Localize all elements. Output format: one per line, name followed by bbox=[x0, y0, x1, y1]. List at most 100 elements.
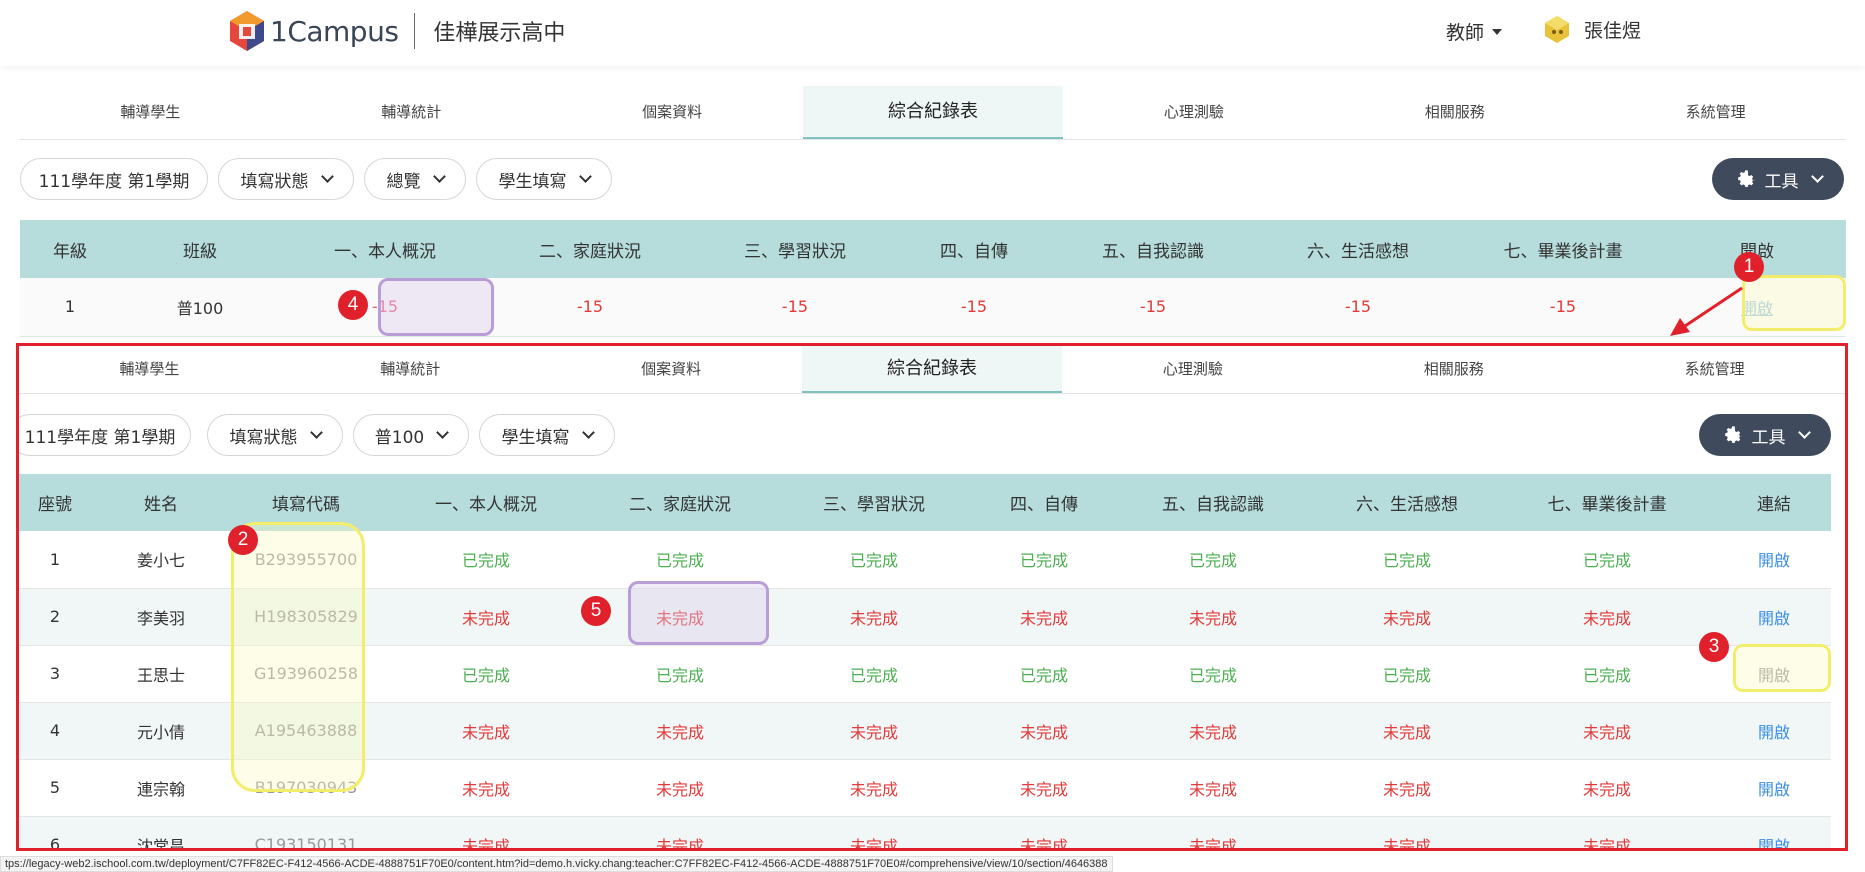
status-cell: 未完成 bbox=[979, 759, 1109, 817]
fill-status-dropdown[interactable]: 填寫狀態 bbox=[218, 158, 354, 200]
fill-status-label: 填寫狀態 bbox=[240, 171, 309, 192]
tab-system-admin[interactable]: 系統管理 bbox=[1584, 346, 1845, 393]
tab-comprehensive-record[interactable]: 綜合紀錄表 bbox=[802, 86, 1064, 139]
semester-select[interactable]: 111學年度 第1學期 bbox=[20, 158, 208, 200]
tab-case-data[interactable]: 個案資料 bbox=[542, 86, 803, 139]
seat-cell: 3 bbox=[19, 645, 91, 703]
count-cell: -15 bbox=[1458, 278, 1668, 337]
status-cell: 未完成 bbox=[979, 588, 1109, 646]
user-menu[interactable]: 張佳煜 bbox=[1542, 14, 1641, 44]
column-header: 四、自傳 bbox=[900, 220, 1048, 278]
column-header: 四、自傳 bbox=[979, 474, 1109, 531]
chevron-down-icon bbox=[432, 170, 446, 183]
table-header: 年級 班級 一、本人概況 二、家庭狀況 三、學習狀況 四、自傳 五、自我認識 六… bbox=[20, 220, 1846, 278]
table-row: 6 沈常昌 C193150131 未完成 未完成 未完成 未完成 未完成 未完成 未完成 開啟 bbox=[19, 816, 1831, 849]
status-cell: 未完成 bbox=[1109, 588, 1317, 646]
status-cell: 已完成 bbox=[769, 645, 979, 703]
status-cell: 已完成 bbox=[1317, 645, 1497, 703]
class-cell: 普100 bbox=[120, 278, 280, 337]
tab-guidance-students[interactable]: 輔導學生 bbox=[19, 346, 280, 393]
status-cell: 未完成 bbox=[381, 702, 591, 760]
fill-status-dropdown[interactable]: 填寫狀態 bbox=[207, 414, 343, 456]
status-cell: 未完成 bbox=[769, 759, 979, 817]
class-label: 總覽 bbox=[386, 171, 421, 192]
tab-system-admin[interactable]: 系統管理 bbox=[1585, 86, 1846, 139]
role-label: 教師 bbox=[1446, 22, 1485, 44]
status-cell: 未完成 bbox=[979, 816, 1109, 848]
open-link[interactable]: 開啟 bbox=[1758, 609, 1790, 628]
name-cell: 連宗翰 bbox=[91, 759, 231, 817]
chevron-down-icon bbox=[436, 426, 450, 439]
status-cell: 未完成 bbox=[591, 816, 769, 848]
status-cell: 未完成 bbox=[769, 816, 979, 848]
column-header: 七、畢業後計畫 bbox=[1497, 474, 1717, 531]
caret-down-icon bbox=[1492, 28, 1503, 35]
column-header: 年級 bbox=[20, 220, 120, 278]
brand[interactable]: 1Campus 佳樺展示高中 bbox=[228, 9, 565, 53]
overview-table: 年級 班級 一、本人概況 二、家庭狀況 三、學習狀況 四、自傳 五、自我認識 六… bbox=[20, 220, 1846, 337]
status-cell: 未完成 bbox=[1317, 588, 1497, 646]
column-header: 二、家庭狀況 bbox=[490, 220, 690, 278]
table-row: 1 普100 -15 -15 -15 -15 -15 -15 -15 開啟 bbox=[20, 278, 1846, 337]
column-header: 五、自我認識 bbox=[1109, 474, 1317, 531]
chevron-down-icon bbox=[1810, 170, 1824, 183]
semester-select[interactable]: 111學年度 第1學期 bbox=[19, 414, 191, 456]
column-header: 五、自我認識 bbox=[1048, 220, 1258, 278]
status-cell: 未完成 bbox=[1497, 816, 1717, 848]
arrow-icon bbox=[1670, 286, 1743, 336]
class-dropdown[interactable]: 總覽 bbox=[364, 158, 466, 200]
chevron-down-icon bbox=[578, 170, 592, 183]
tools-label: 工具 bbox=[1751, 427, 1786, 448]
open-link[interactable]: 開啟 bbox=[1758, 837, 1790, 849]
open-link[interactable]: 開啟 bbox=[1758, 723, 1790, 742]
status-cell: 已完成 bbox=[1317, 531, 1497, 589]
column-header: 一、本人概況 bbox=[381, 474, 591, 531]
gear-icon bbox=[1724, 426, 1742, 443]
open-link[interactable]: 開啟 bbox=[1758, 551, 1790, 570]
annotation-badge: 2 bbox=[228, 525, 258, 555]
fill-by-label: 學生填寫 bbox=[501, 427, 570, 448]
column-header: 姓名 bbox=[91, 474, 231, 531]
chevron-down-icon bbox=[320, 170, 334, 183]
avatar bbox=[1545, 16, 1569, 43]
tab-case-data[interactable]: 個案資料 bbox=[541, 346, 802, 393]
class-dropdown[interactable]: 普100 bbox=[353, 414, 469, 456]
status-cell: 已完成 bbox=[1109, 531, 1317, 589]
inner-tabs: 輔導學生 輔導統計 個案資料 綜合紀錄表 心理測驗 相關服務 系統管理 bbox=[19, 346, 1845, 394]
tab-comprehensive-record[interactable]: 綜合紀錄表 bbox=[801, 346, 1063, 393]
name-cell: 姜小七 bbox=[91, 531, 231, 589]
status-cell: 已完成 bbox=[769, 531, 979, 589]
user-name: 張佳煜 bbox=[1584, 19, 1642, 42]
count-cell: -15 bbox=[1258, 278, 1458, 337]
status-cell: 已完成 bbox=[1109, 645, 1317, 703]
divider bbox=[414, 13, 416, 49]
status-cell: 未完成 bbox=[1317, 759, 1497, 817]
role-dropdown[interactable]: 教師 bbox=[1446, 18, 1503, 45]
tab-guidance-stats[interactable]: 輔導統計 bbox=[281, 86, 542, 139]
highlight-box bbox=[628, 581, 769, 645]
logo-text: 1Campus bbox=[270, 14, 399, 48]
column-header: 六、生活感想 bbox=[1317, 474, 1497, 531]
tab-guidance-students[interactable]: 輔導學生 bbox=[20, 86, 281, 139]
class-label: 普100 bbox=[374, 427, 425, 448]
tab-related-services[interactable]: 相關服務 bbox=[1324, 86, 1585, 139]
tab-related-services[interactable]: 相關服務 bbox=[1323, 346, 1584, 393]
status-cell: 已完成 bbox=[591, 531, 769, 589]
highlight-box bbox=[1742, 275, 1846, 331]
status-cell: 未完成 bbox=[1497, 759, 1717, 817]
annotation-badge: 3 bbox=[1699, 632, 1729, 662]
tools-button[interactable]: 工具 bbox=[1712, 158, 1844, 200]
status-cell: 未完成 bbox=[1109, 816, 1317, 848]
status-cell: 未完成 bbox=[381, 816, 591, 848]
tab-guidance-stats[interactable]: 輔導統計 bbox=[280, 346, 541, 393]
tab-psych-test[interactable]: 心理測驗 bbox=[1062, 346, 1323, 393]
column-header: 班級 bbox=[120, 220, 280, 278]
highlight-box bbox=[231, 522, 365, 792]
open-link[interactable]: 開啟 bbox=[1758, 780, 1790, 799]
seat-cell: 4 bbox=[19, 702, 91, 760]
fill-by-dropdown[interactable]: 學生填寫 bbox=[476, 158, 612, 200]
tab-psych-test[interactable]: 心理測驗 bbox=[1063, 86, 1324, 139]
semester-label: 111學年度 第1學期 bbox=[24, 427, 176, 448]
fill-by-dropdown[interactable]: 學生填寫 bbox=[479, 414, 615, 456]
tools-button[interactable]: 工具 bbox=[1699, 414, 1831, 456]
